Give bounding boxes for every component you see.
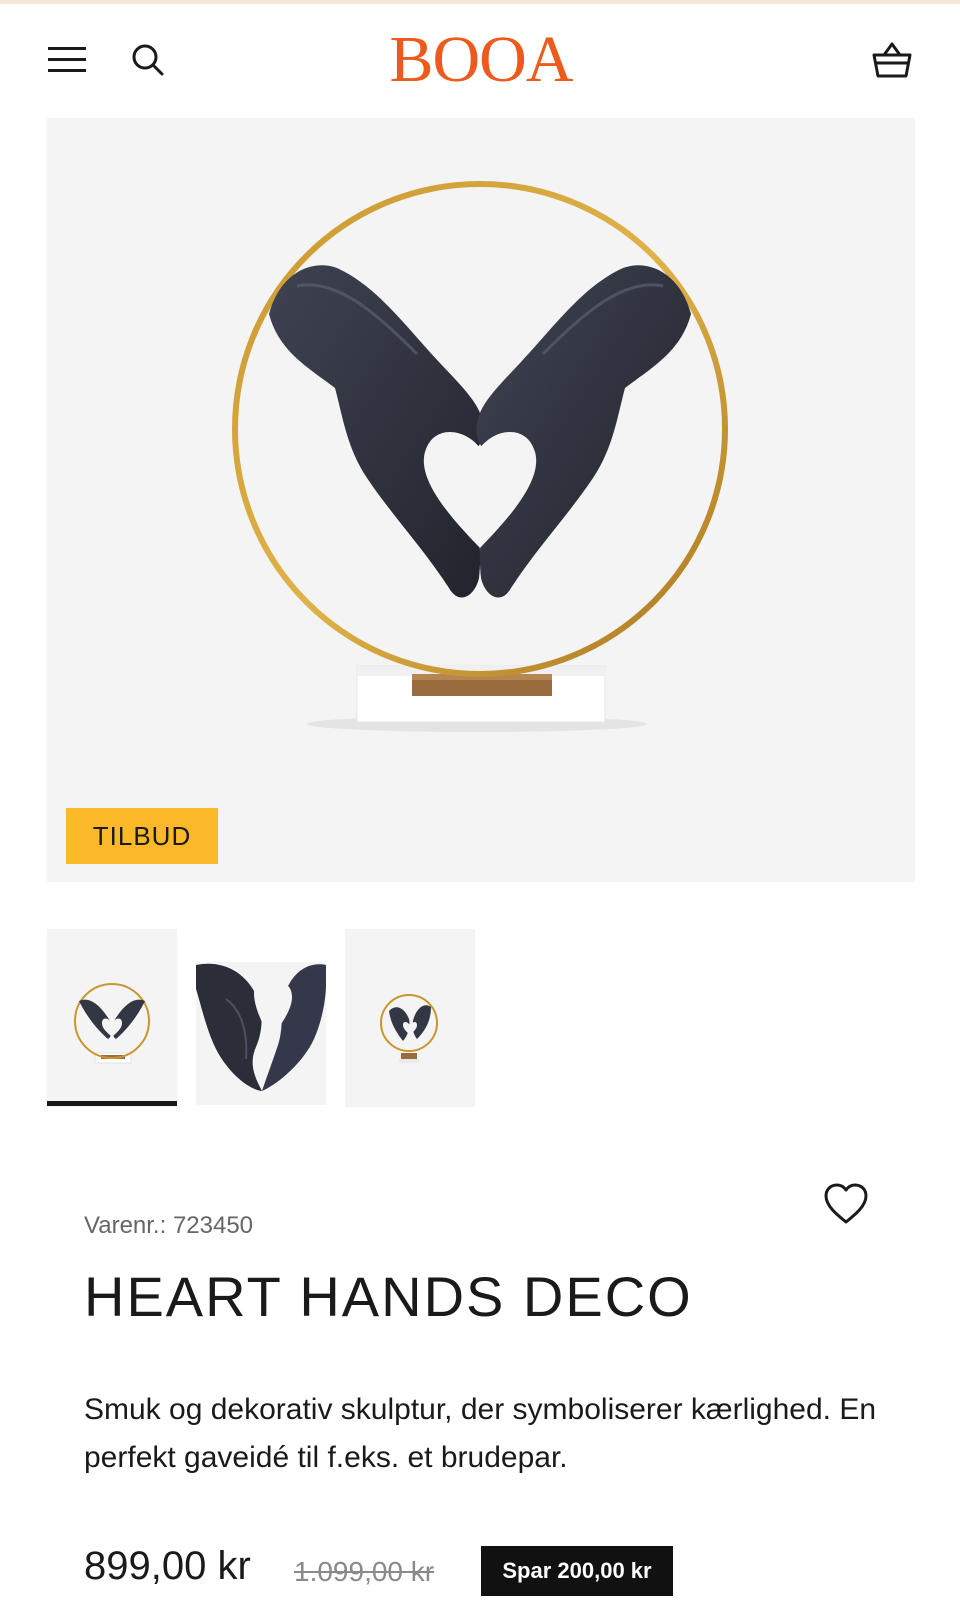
thumbnail-item[interactable] (196, 929, 326, 1107)
product-title: HEART HANDS DECO (84, 1265, 693, 1328)
hamburger-menu-icon (48, 47, 86, 72)
product-main-image[interactable]: TILBUD (47, 118, 915, 882)
thumbnail-image-ring-side (380, 994, 438, 1063)
sku-line: Varenr.: 723450 (84, 1212, 253, 1240)
thumbnail-image-closeup (196, 962, 326, 1105)
menu-button[interactable] (44, 36, 92, 84)
heart-hands-sculpture-image (232, 181, 728, 732)
search-button[interactable] (124, 36, 172, 84)
product-description: Smuk og dekorativ skulptur, der symbolis… (84, 1393, 877, 1474)
compare-at-price: 1.099,00 kr (294, 1556, 435, 1587)
heart-outline-icon (824, 1183, 868, 1224)
savings-badge: Spar 200,00 kr (481, 1546, 673, 1596)
sale-price: 899,00 kr (84, 1544, 251, 1588)
site-header: BOOA (0, 4, 960, 116)
site-logo[interactable]: BOOA (376, 24, 586, 96)
sku-value: 723450 (172, 1212, 254, 1239)
wishlist-button[interactable] (822, 1180, 870, 1228)
thumbnail-active-indicator (47, 1101, 177, 1106)
thumbnail-item[interactable] (47, 929, 177, 1107)
thumbnail-image-ring-front (74, 983, 150, 1064)
shopping-basket-icon (872, 42, 912, 78)
sale-badge: TILBUD (66, 808, 218, 864)
sku-label: Varenr.: (84, 1212, 167, 1239)
search-icon (132, 44, 164, 76)
cart-button[interactable] (868, 36, 916, 84)
thumbnail-item[interactable] (345, 929, 475, 1107)
